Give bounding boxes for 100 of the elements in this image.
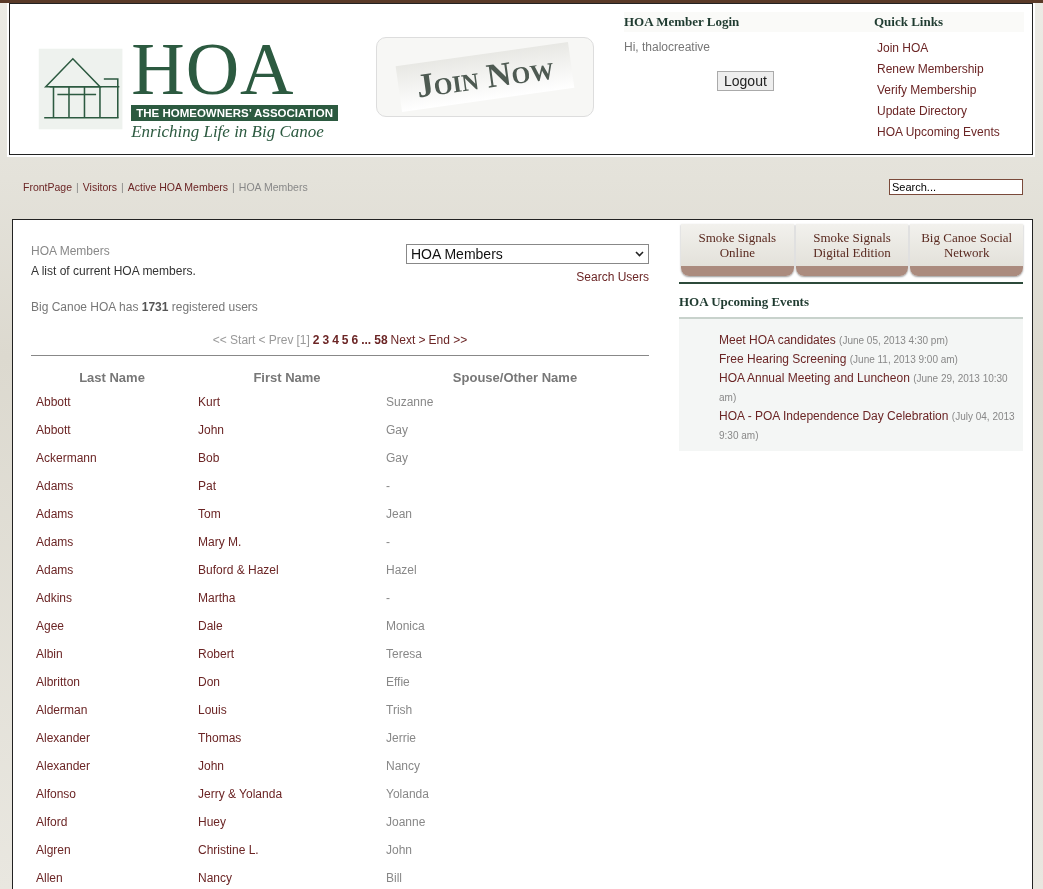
search-users-link[interactable]: Search Users <box>406 270 649 284</box>
event-item[interactable]: HOA Annual Meeting and Luncheon (June 29, 2013 10:30 am) <box>719 369 1017 407</box>
pager-link[interactable]: 4 <box>332 333 339 347</box>
table-cell[interactable]: Algren <box>31 836 193 864</box>
table-cell[interactable]: Christine L. <box>193 836 381 864</box>
group-dropdown[interactable]: HOA Members <box>406 244 649 264</box>
table-cell[interactable]: Huey <box>193 808 381 836</box>
login-heading: HOA Member Login <box>624 12 874 32</box>
table-cell[interactable]: Allen <box>31 864 193 889</box>
sidebar-tab[interactable]: Smoke Signals Online <box>681 224 794 276</box>
pager-link[interactable]: 58 <box>374 333 388 347</box>
table-cell-text: Trish <box>385 702 414 719</box>
column-header: Spouse/Other Name <box>451 368 579 387</box>
table-cell[interactable]: Thomas <box>193 724 381 752</box>
table-cell-text: Jean <box>385 506 414 523</box>
table-cell[interactable]: Martha <box>193 584 381 612</box>
table-cell[interactable]: Bob <box>193 444 381 472</box>
table-cell-text: Joanne <box>385 814 427 831</box>
table-cell-text: Gay <box>385 422 409 439</box>
table-cell-text: John <box>385 842 414 859</box>
table-cell-text: Yolanda <box>385 786 430 803</box>
table-cell-text: Bill <box>385 870 403 887</box>
caret-icon <box>635 251 644 257</box>
table-cell[interactable]: Adams <box>31 472 193 500</box>
quick-link[interactable]: Renew Membership <box>877 59 1024 80</box>
sidebar-tab[interactable]: Smoke Signals Digital Edition <box>795 224 909 276</box>
breadcrumb-separator: | <box>76 181 79 193</box>
table-cell[interactable]: Nancy <box>193 864 381 889</box>
logo-tagline: Enriching Life in Big Canoe <box>131 122 324 142</box>
table-cell[interactable]: Alexander <box>31 724 193 752</box>
quick-link[interactable]: Update Directory <box>877 101 1024 122</box>
table-cell[interactable]: Buford & Hazel <box>193 556 381 584</box>
table-cell[interactable]: Abbott <box>31 388 193 416</box>
logo-banner: THE HOMEOWNERS’ ASSOCIATION <box>131 105 338 121</box>
breadcrumb-link[interactable]: FrontPage <box>23 181 73 193</box>
table-cell[interactable]: Alford <box>31 808 193 836</box>
column-header: Last Name <box>78 368 146 387</box>
join-now-button[interactable]: Join Now <box>376 37 594 117</box>
table-cell[interactable]: Adams <box>31 556 193 584</box>
table-cell[interactable]: Don <box>193 668 381 696</box>
pager-link[interactable]: 5 <box>341 333 349 347</box>
pager-link[interactable]: 6 <box>351 333 359 347</box>
table-cell[interactable]: Alfonso <box>31 780 193 808</box>
logo-title: HOA <box>131 36 295 102</box>
table-cell[interactable]: Alexander <box>31 752 193 780</box>
table-cell-text: Gay <box>385 450 409 467</box>
table-cell[interactable]: Robert <box>193 640 381 668</box>
table-cell[interactable]: Abbott <box>31 416 193 444</box>
breadcrumb-link[interactable]: Visitors <box>82 181 117 193</box>
breadcrumb-link[interactable]: Active HOA Members <box>127 181 229 193</box>
table-cell[interactable]: Adams <box>31 500 193 528</box>
user-count-text: Big Canoe HOA has 1731 registered users <box>31 300 259 314</box>
logout-button[interactable]: Logout <box>717 71 774 91</box>
table-cell[interactable]: Dale <box>193 612 381 640</box>
column-header: First Name <box>252 368 322 387</box>
quick-link[interactable]: HOA Upcoming Events <box>877 122 1024 143</box>
table-cell[interactable]: Albin <box>31 640 193 668</box>
table-cell-text: - <box>385 590 391 607</box>
table-cell-text: Nancy <box>385 758 421 775</box>
event-item[interactable]: Free Hearing Screening (June 11, 2013 9:00 am) <box>719 350 1017 369</box>
pager-link[interactable]: End >> <box>428 333 468 347</box>
current-page-number: [1] <box>296 333 310 347</box>
sidebar-tab[interactable]: Big Canoe Social Network <box>910 224 1023 276</box>
table-cell[interactable]: Albritton <box>31 668 193 696</box>
table-cell[interactable]: John <box>193 752 381 780</box>
table-cell-text: Suzanne <box>385 394 435 411</box>
breadcrumb-separator: | <box>121 181 124 193</box>
page-title: HOA Members <box>31 244 111 258</box>
table-cell[interactable]: John <box>193 416 381 444</box>
table-cell[interactable]: Tom <box>193 500 381 528</box>
table-cell[interactable]: Pat <box>193 472 381 500</box>
pager-link[interactable]: ... <box>361 333 372 347</box>
table-cell[interactable]: Agee <box>31 612 193 640</box>
table-cell[interactable]: Adams <box>31 528 193 556</box>
table-cell[interactable]: Ackermann <box>31 444 193 472</box>
pager-link[interactable]: 3 <box>322 333 330 347</box>
table-cell-text: - <box>385 478 391 495</box>
table-cell-text: Effie <box>385 674 411 691</box>
quick-link[interactable]: Verify Membership <box>877 80 1024 101</box>
table-cell[interactable]: Adkins <box>31 584 193 612</box>
event-item[interactable]: Meet HOA candidates (June 05, 2013 4:30 pm) <box>719 331 1017 350</box>
greeting-text: Hi, thalocreative <box>624 40 712 54</box>
pager-link[interactable]: 2 <box>312 333 320 347</box>
table-cell-text: Hazel <box>385 562 418 579</box>
table-cell[interactable]: Mary M. <box>193 528 381 556</box>
search-field[interactable]: Search... <box>889 179 1023 195</box>
pager-link[interactable]: Next > <box>390 333 426 347</box>
breadcrumb-separator: | <box>232 181 235 193</box>
event-item[interactable]: HOA - POA Independence Day Celebration (July 04, 2013 9:30 am) <box>719 407 1017 445</box>
quick-link[interactable]: Join HOA <box>877 38 1024 59</box>
table-cell-text: - <box>385 534 391 551</box>
table-cell-text: Monica <box>385 618 426 635</box>
quick-links-heading: Quick Links <box>874 12 1024 32</box>
table-cell-text: Teresa <box>385 646 424 663</box>
description-text: A list of current HOA members. <box>31 264 196 278</box>
table-cell-text: Jerrie <box>385 730 417 747</box>
table-cell[interactable]: Louis <box>193 696 381 724</box>
table-cell[interactable]: Kurt <box>193 388 381 416</box>
table-cell[interactable]: Alderman <box>31 696 193 724</box>
table-cell[interactable]: Jerry & Yolanda <box>193 780 381 808</box>
